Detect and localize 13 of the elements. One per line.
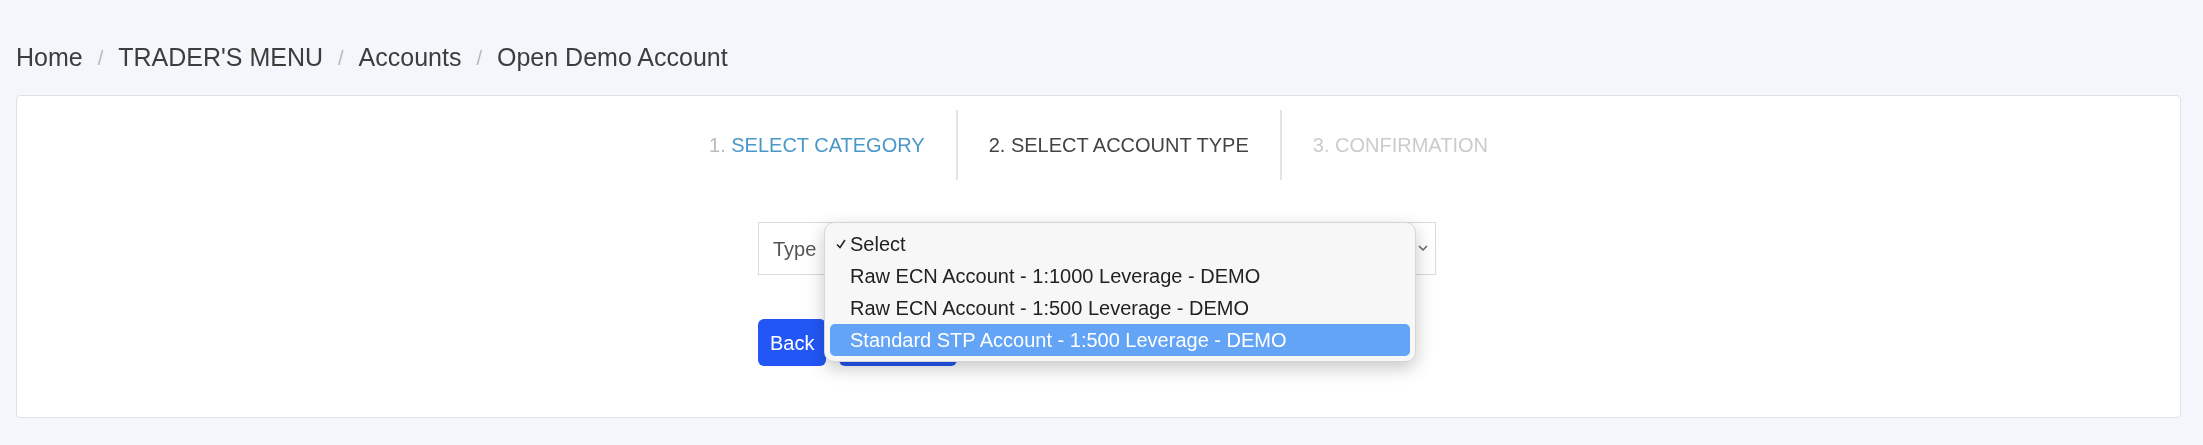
- back-button[interactable]: Back: [758, 319, 827, 366]
- wizard-step[interactable]: 2. SELECT ACCOUNT TYPE: [955, 110, 1280, 180]
- breadcrumb-link[interactable]: Home: [16, 38, 83, 77]
- breadcrumb-separator: /: [338, 45, 344, 71]
- breadcrumb-separator: /: [97, 45, 104, 71]
- breadcrumb-current: Open Demo Account: [497, 41, 728, 73]
- breadcrumb-link[interactable]: Accounts: [358, 38, 462, 77]
- dropdown-option[interactable]: Raw ECN Account - 1:1000 Leverage - DEMO: [830, 260, 1410, 292]
- chevron-icon: [1417, 243, 1429, 253]
- dropdown-option[interactable]: Select: [830, 228, 1410, 260]
- dropdown-option[interactable]: Raw ECN Account - 1:500 Leverage - DEMO: [830, 292, 1410, 324]
- breadcrumb-link[interactable]: TRADER'S MENU: [118, 38, 324, 77]
- breadcrumb-separator: /: [476, 45, 482, 71]
